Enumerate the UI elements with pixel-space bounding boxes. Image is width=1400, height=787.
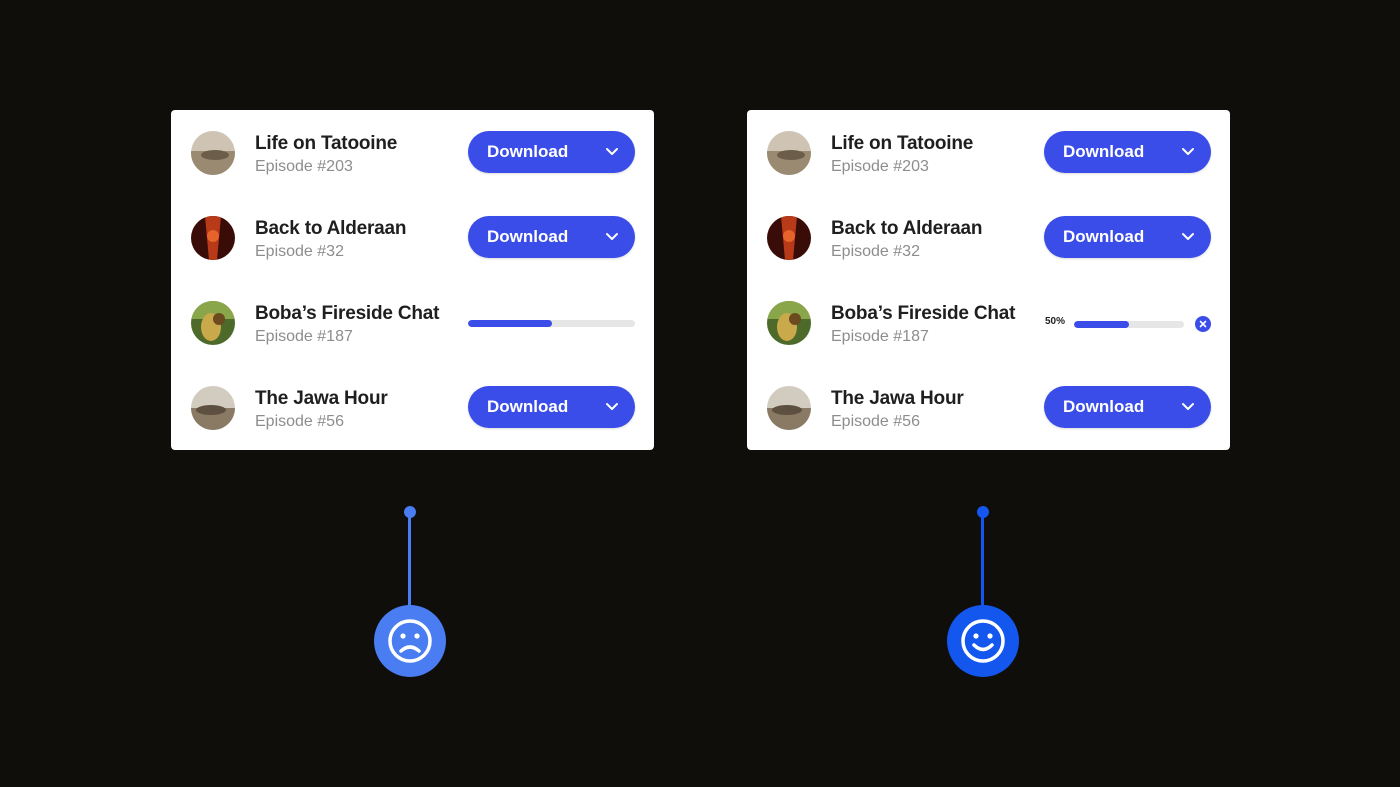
list-item: Life on Tatooine Episode #203 Download — [171, 110, 654, 195]
chevron-down-icon[interactable] — [605, 146, 619, 158]
download-button[interactable]: Download — [1044, 216, 1211, 258]
progress-percent: 50% — [1045, 316, 1066, 327]
list-item: Boba’s Fireside Chat Episode #187 — [171, 280, 654, 365]
list-item: Boba’s Fireside Chat Episode #187 50% — [747, 280, 1230, 365]
list-item: The Jawa Hour Episode #56 Download — [171, 365, 654, 450]
episode-title: Life on Tatooine — [255, 133, 398, 154]
list-item: The Jawa Hour Episode #56 Download — [747, 365, 1230, 450]
avatar — [767, 301, 811, 345]
avatar — [767, 386, 811, 430]
connector-line — [981, 512, 984, 607]
episode-title: Boba’s Fireside Chat — [831, 303, 1016, 324]
episode-number: Episode #203 — [255, 158, 353, 175]
episode-title: Back to Alderaan — [255, 218, 407, 239]
avatar — [767, 131, 811, 175]
happy-face-icon — [947, 605, 1019, 677]
episode-number: Episode #32 — [831, 243, 920, 260]
avatar — [191, 301, 235, 345]
download-button-label: Download — [1063, 142, 1145, 161]
chevron-down-icon[interactable] — [605, 231, 619, 243]
download-button-label: Download — [1063, 227, 1145, 246]
episode-title: Life on Tatooine — [831, 133, 974, 154]
episode-number: Episode #32 — [255, 243, 344, 260]
episode-number: Episode #56 — [831, 413, 920, 430]
download-button[interactable]: Download — [468, 131, 635, 173]
sad-face-icon — [374, 605, 446, 677]
episode-number: Episode #203 — [831, 158, 929, 175]
episode-number: Episode #56 — [255, 413, 344, 430]
episode-list-card-right: Life on Tatooine Episode #203 Download B… — [747, 110, 1230, 450]
download-progress-bar — [468, 320, 635, 327]
episode-title: The Jawa Hour — [831, 388, 964, 409]
download-button-label: Download — [1063, 397, 1145, 416]
chevron-down-icon[interactable] — [605, 401, 619, 413]
download-button-label: Download — [487, 227, 569, 246]
avatar — [191, 216, 235, 260]
download-button[interactable]: Download — [1044, 386, 1211, 428]
download-button-label: Download — [487, 142, 569, 161]
download-button-label: Download — [487, 397, 569, 416]
episode-title: The Jawa Hour — [255, 388, 388, 409]
episode-title: Boba’s Fireside Chat — [255, 303, 440, 324]
list-item: Back to Alderaan Episode #32 Download — [171, 195, 654, 280]
download-button[interactable]: Download — [1044, 131, 1211, 173]
avatar — [191, 131, 235, 175]
avatar — [767, 216, 811, 260]
download-progress-bar — [1074, 321, 1184, 328]
progress-fill — [1074, 321, 1129, 328]
list-item: Back to Alderaan Episode #32 Download — [747, 195, 1230, 280]
episode-list-card-left: Life on Tatooine Episode #203 Download B… — [171, 110, 654, 450]
connector-line — [408, 512, 411, 607]
chevron-down-icon[interactable] — [1181, 401, 1195, 413]
episode-number: Episode #187 — [255, 328, 353, 345]
close-icon — [1199, 320, 1207, 328]
episode-title: Back to Alderaan — [831, 218, 983, 239]
avatar — [191, 386, 235, 430]
episode-number: Episode #187 — [831, 328, 929, 345]
chevron-down-icon[interactable] — [1181, 231, 1195, 243]
chevron-down-icon[interactable] — [1181, 146, 1195, 158]
list-item: Life on Tatooine Episode #203 Download — [747, 110, 1230, 195]
download-button[interactable]: Download — [468, 386, 635, 428]
cancel-download-button[interactable] — [1195, 316, 1211, 332]
progress-fill — [468, 320, 552, 327]
download-button[interactable]: Download — [468, 216, 635, 258]
